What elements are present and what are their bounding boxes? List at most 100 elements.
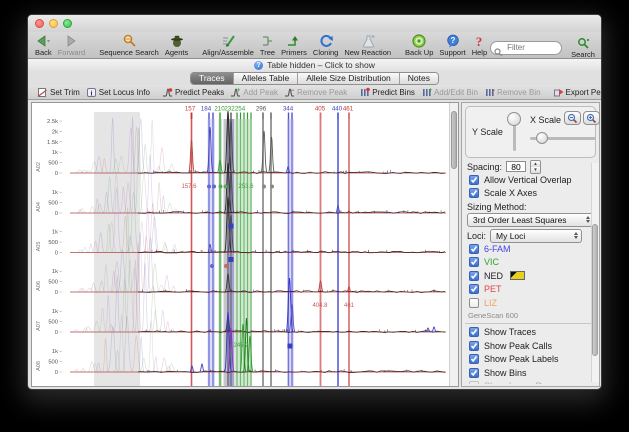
checkbox[interactable] [469, 257, 479, 267]
peak-call-dot[interactable] [207, 185, 211, 189]
svg-text:1k: 1k [52, 230, 58, 236]
loci-row: Loci:My Loci [465, 229, 596, 242]
predict-bins-button[interactable]: Predict Bins [356, 87, 418, 98]
checkbox[interactable] [469, 244, 479, 254]
svg-text:254: 254 [235, 106, 246, 113]
selected-peak-marker[interactable] [288, 344, 293, 349]
tab-allele-size-distribution[interactable]: Allele Size Distribution [298, 73, 400, 84]
row-label-A06: A06 [36, 281, 42, 291]
tab-traces[interactable]: Traces [191, 73, 234, 84]
traces-plot[interactable]: 1571842102322542963444054404612.5k2k1.5k… [32, 103, 449, 386]
checkbox[interactable] [469, 368, 479, 378]
divider [465, 323, 596, 324]
checkbox[interactable] [469, 284, 479, 294]
cloning-button[interactable]: Cloning [310, 33, 341, 57]
option-show-traces: Show Traces [465, 326, 596, 340]
checkbox[interactable] [469, 175, 479, 185]
peak-call-dot[interactable] [224, 264, 228, 268]
option-label: Show Peak Calls [484, 341, 552, 351]
peak-call-dot[interactable] [212, 185, 216, 189]
loci-select[interactable]: My Loci [490, 229, 582, 243]
zoom-out-button[interactable] [564, 111, 581, 125]
trace-vertical-scrollbar[interactable] [449, 103, 458, 386]
align-assemble-button[interactable]: Align/Assemble [199, 33, 257, 57]
set-trim-label: Set Trim [50, 88, 80, 97]
genescan-label: GeneScan 600 [465, 310, 596, 321]
svg-text:0: 0 [55, 290, 58, 296]
svg-text:440: 440 [332, 106, 343, 113]
selected-peak-marker[interactable] [229, 224, 234, 229]
checkbox[interactable] [469, 271, 479, 281]
search-label: Search [571, 51, 595, 59]
desktop: BackForward Sequence SearchAgents Align/As… [0, 0, 629, 432]
spacing-input[interactable] [506, 161, 526, 172]
titlebar[interactable] [28, 15, 601, 33]
peak-call-dot[interactable] [262, 185, 266, 189]
zoom-button[interactable] [63, 19, 72, 28]
back-button[interactable]: Back [32, 33, 55, 57]
peak-call-dot[interactable] [219, 185, 223, 189]
peak-call-dot[interactable] [210, 264, 214, 268]
svg-text:2.5k: 2.5k [47, 119, 58, 125]
support-icon: ? [446, 33, 460, 48]
primers-button[interactable]: Primers [278, 33, 310, 57]
x-scale-thumb[interactable] [536, 132, 548, 144]
checkbox[interactable] [469, 298, 479, 308]
y-scale-thumb[interactable] [507, 112, 521, 126]
predict-bins-icon [359, 87, 370, 98]
help-button[interactable]: ?Help [469, 33, 490, 57]
option-label: Allow Vertical Overlap [484, 175, 572, 185]
set-trim-button[interactable]: Set Trim [34, 87, 83, 98]
minimize-button[interactable] [49, 19, 58, 28]
checkbox[interactable] [469, 341, 479, 351]
checkbox[interactable] [469, 188, 479, 198]
svg-text:232: 232 [224, 106, 235, 113]
trace-toolbar: Set TrimiSet Locus Info Predict Peaks+Add… [28, 85, 601, 100]
panel-scrollbar-thumb[interactable] [592, 224, 598, 355]
peak-call-dot[interactable] [270, 185, 274, 189]
sequence-search-button[interactable]: Sequence Search [96, 33, 162, 57]
agents-button[interactable]: Agents [162, 33, 191, 57]
spacing-row: Spacing:▲▼ [465, 160, 596, 173]
support-button[interactable]: ?Support [436, 33, 468, 57]
predict-bins-label: Predict Bins [372, 88, 415, 97]
option-show-peak-labels: Show Peak Labels [465, 353, 596, 367]
svg-text:2k: 2k [52, 129, 58, 135]
export-peaks-button[interactable]: Export Peaks [550, 87, 602, 98]
filter-field[interactable] [490, 41, 562, 55]
tree-button[interactable]: Tree [257, 33, 278, 57]
predict-peaks-button[interactable]: Predict Peaks [159, 87, 227, 98]
predict-peaks-icon [162, 87, 173, 98]
sizing-method-select[interactable]: 3rd Order Least Squares [467, 213, 594, 227]
tab-alleles-table[interactable]: Alleles Table [234, 73, 299, 84]
peak-label: 461 [344, 303, 355, 309]
set-locus-info-button[interactable]: iSet Locus Info [83, 87, 153, 98]
spacing-stepper[interactable]: ▲▼ [530, 160, 541, 174]
add-peak-button: +Add Peak [227, 87, 281, 98]
search-button[interactable]: Search [568, 36, 598, 59]
back-up-button[interactable]: Back Up [402, 33, 436, 57]
ned-dye-swatch [510, 271, 525, 280]
row-label-A02: A02 [36, 162, 42, 172]
checkbox[interactable] [469, 327, 479, 337]
panel-scrollbar[interactable] [591, 163, 599, 382]
cloning-icon [319, 33, 333, 48]
forward-label: Forward [58, 48, 86, 57]
svg-text:1k: 1k [52, 309, 58, 315]
new-reaction-label: New Reaction [344, 48, 391, 57]
svg-text:0: 0 [55, 171, 58, 177]
back-icon [35, 33, 51, 48]
peak-call-dot[interactable] [224, 185, 228, 189]
options-list: Spacing:▲▼Allow Vertical OverlapScale X … [465, 160, 596, 384]
tree-icon [260, 33, 274, 48]
close-button[interactable] [35, 19, 44, 28]
svg-text:0: 0 [55, 251, 58, 257]
selected-peak-marker[interactable] [229, 257, 234, 262]
dye-label: NED [484, 271, 503, 281]
scrollbar-thumb[interactable] [451, 111, 457, 169]
zoom-in-button[interactable] [583, 111, 600, 125]
new-reaction-button[interactable]: New Reaction [341, 33, 394, 57]
checkbox[interactable] [469, 354, 479, 364]
tab-notes[interactable]: Notes [400, 73, 438, 84]
filter-input[interactable] [505, 42, 561, 53]
